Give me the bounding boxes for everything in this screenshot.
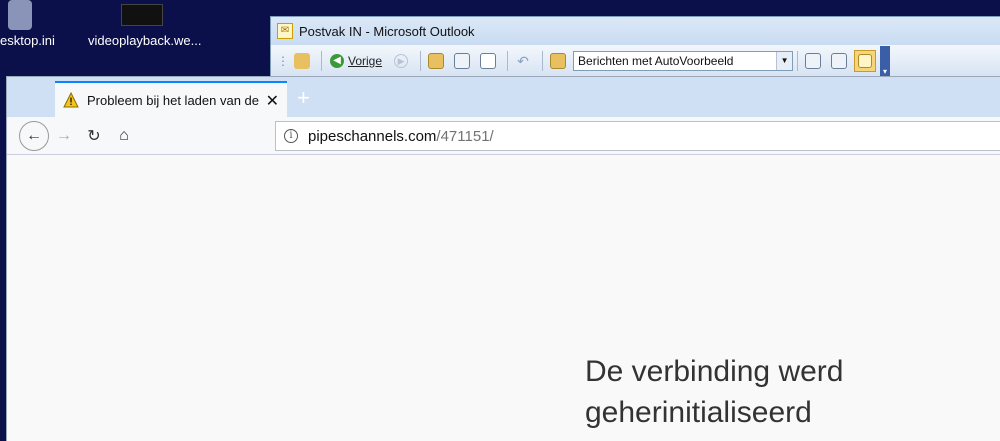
url-path: /471151/: [436, 127, 494, 145]
video-thumbnail-icon: [121, 4, 163, 26]
back-arrow-icon: ◀: [330, 54, 344, 68]
folder-list-button[interactable]: [451, 50, 473, 72]
find-icon: [858, 54, 873, 68]
desktop-icon-label: videoplayback.we...: [88, 33, 202, 48]
undo-icon: ↶: [517, 52, 529, 69]
desktop-icon-videoplayback[interactable]: videoplayback.we...: [88, 0, 202, 50]
outlook-app-icon: ✉: [277, 23, 293, 39]
url-bar[interactable]: i pipeschannels.com/471151/: [275, 121, 1000, 151]
toolbar-separator: [542, 51, 544, 71]
file-icon: [8, 0, 32, 30]
browser-window[interactable]: Probleem bij het laden van de p ✕ + ← → …: [6, 76, 1000, 441]
chevron-down-icon: ▾: [883, 67, 888, 76]
outlook-window[interactable]: ✉ Postvak IN - Microsoft Outlook ⋮ ◀ Vor…: [270, 16, 1000, 77]
new-tab-button[interactable]: +: [297, 85, 310, 111]
forward-button[interactable]: ▶: [390, 50, 412, 72]
tab-strip: Probleem bij het laden van de p ✕ +: [7, 77, 1000, 117]
print-preview-icon: [480, 53, 497, 69]
toolbar-grip-icon[interactable]: ⋮: [277, 50, 289, 72]
navigation-toolbar: ← → ↻ ⌂ i pipeschannels.com/471151/: [7, 117, 1000, 155]
reload-icon: ↻: [87, 127, 101, 145]
desktop-icon-label: esktop.ini: [0, 33, 55, 48]
address-book-button[interactable]: [547, 50, 569, 72]
forward-button[interactable]: →: [49, 121, 79, 151]
print-preview-button[interactable]: [477, 50, 499, 72]
warning-icon: [63, 92, 79, 108]
send-receive-icon: [294, 53, 310, 69]
outlook-toolbar: ⋮ ◀ Vorige ▶ ↶ Berichten met AutoVoorbee…: [271, 45, 1000, 77]
back-button[interactable]: ←: [19, 120, 49, 151]
arrow-right-icon: →: [56, 126, 72, 144]
back-label: Vorige: [348, 54, 383, 68]
toolbar-separator: [420, 51, 422, 71]
dropdown-arrow-icon: ▼: [776, 52, 793, 70]
outlook-today-button[interactable]: [828, 50, 850, 72]
url-host: pipeschannels.com: [308, 127, 437, 145]
reading-pane-icon: [805, 53, 822, 69]
desktop-icon-desktop-ini[interactable]: esktop.ini: [0, 0, 60, 50]
current-view-select[interactable]: Berichten met AutoVoorbeeld ▼: [573, 51, 794, 71]
send-receive-button[interactable]: [291, 50, 313, 72]
home-button[interactable]: ⌂: [109, 121, 139, 151]
back-button[interactable]: ◀ Vorige: [326, 50, 386, 72]
page-content: De verbinding werd geherinitialiseerd: [7, 155, 1000, 441]
toolbar-options-button[interactable]: ▾: [880, 46, 891, 76]
undo-button[interactable]: ↶: [512, 50, 534, 72]
folder-list-icon: [454, 53, 471, 69]
address-book-icon: [550, 53, 567, 69]
forward-arrow-icon: ▶: [394, 54, 409, 68]
toolbar-separator: [797, 51, 799, 71]
site-info-icon[interactable]: i: [284, 129, 298, 143]
current-view-value: Berichten met AutoVoorbeeld: [578, 54, 734, 68]
outlook-today-icon: [831, 53, 848, 69]
home-icon: ⌂: [119, 126, 129, 144]
up-folder-button[interactable]: [425, 50, 447, 72]
outlook-titlebar[interactable]: ✉ Postvak IN - Microsoft Outlook: [271, 17, 1000, 45]
reload-button[interactable]: ↻: [79, 121, 109, 151]
tab-active[interactable]: Probleem bij het laden van de p ✕: [55, 81, 287, 117]
outlook-title: Postvak IN - Microsoft Outlook: [299, 23, 475, 39]
reading-pane-button[interactable]: [802, 50, 824, 72]
toolbar-separator: [507, 51, 509, 71]
toolbar-separator: [321, 51, 322, 71]
tab-title: Probleem bij het laden van de p: [87, 92, 263, 108]
arrow-left-icon: ←: [26, 126, 42, 144]
close-tab-icon[interactable]: ✕: [266, 91, 279, 111]
find-button[interactable]: [854, 50, 877, 72]
folder-up-icon: [428, 53, 445, 69]
error-title: De verbinding werd geherinitialiseerd: [585, 355, 844, 429]
